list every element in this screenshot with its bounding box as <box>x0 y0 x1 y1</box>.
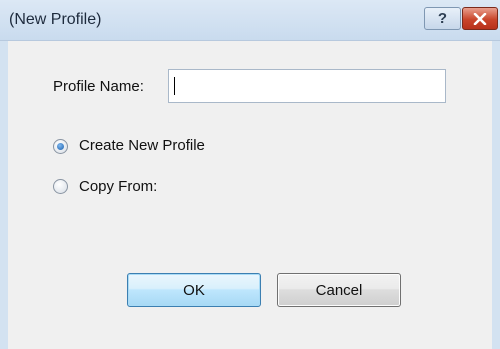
copy-from-label[interactable]: Copy From: <box>79 178 157 195</box>
close-button[interactable] <box>462 7 498 30</box>
create-new-profile-label[interactable]: Create New Profile <box>79 137 205 154</box>
new-profile-dialog: (New Profile) ? Profile Name: Create New… <box>0 0 500 349</box>
ok-button[interactable]: OK <box>127 273 261 307</box>
create-new-profile-radio[interactable] <box>53 139 68 154</box>
help-button[interactable]: ? <box>424 7 461 30</box>
copy-from-radio[interactable] <box>53 179 68 194</box>
profile-name-input[interactable] <box>168 69 446 103</box>
profile-name-label: Profile Name: <box>53 78 144 95</box>
help-icon: ? <box>437 10 448 27</box>
window-title: (New Profile) <box>9 11 102 28</box>
cancel-button[interactable]: Cancel <box>277 273 401 307</box>
close-icon <box>473 12 487 25</box>
title-bar[interactable]: (New Profile) ? <box>0 0 500 41</box>
text-caret <box>174 77 175 95</box>
